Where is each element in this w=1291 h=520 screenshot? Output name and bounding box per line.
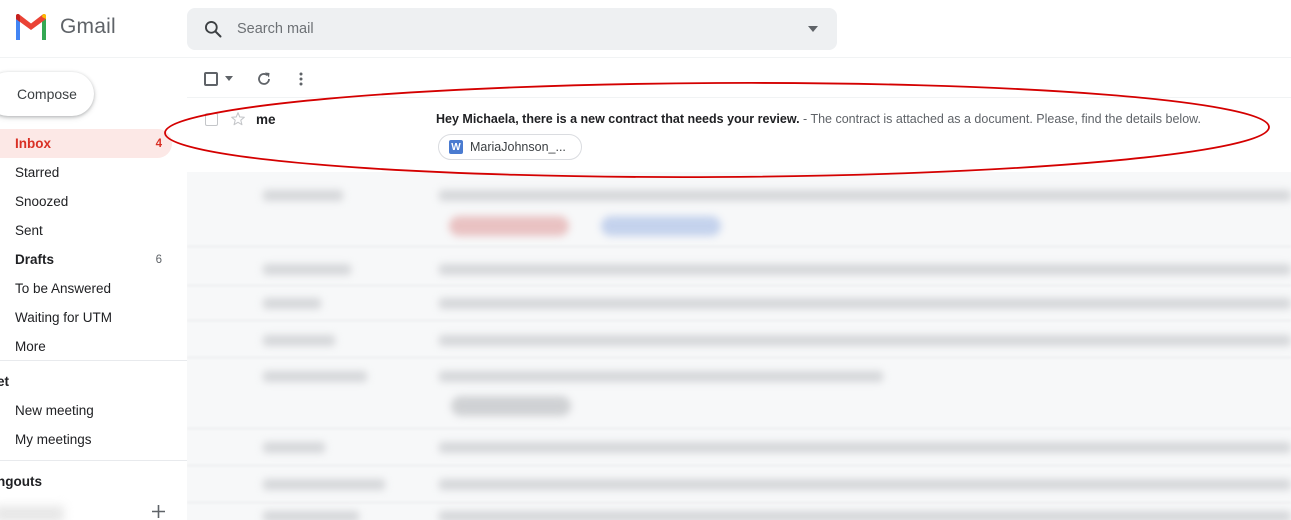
select-all-checkbox[interactable] xyxy=(204,72,218,86)
top-bar: Gmail xyxy=(0,0,1291,58)
email-sender: me xyxy=(256,112,276,127)
divider xyxy=(187,465,1291,466)
blurred-sender xyxy=(263,479,385,490)
meet-section-title: et xyxy=(0,374,10,389)
email-row[interactable]: me Hey Michaela, there is a new contract… xyxy=(187,101,1291,172)
sidebar-item-sent[interactable]: Sent xyxy=(0,216,172,245)
search-input[interactable] xyxy=(237,8,797,50)
word-doc-icon: W xyxy=(449,140,463,154)
blurred-sender xyxy=(263,298,321,309)
divider xyxy=(187,320,1291,321)
sidebar-item-starred[interactable]: Starred xyxy=(0,158,172,187)
app-name: Gmail xyxy=(60,15,116,38)
search-bar[interactable] xyxy=(187,8,837,50)
divider xyxy=(0,460,187,461)
blurred-subject xyxy=(439,511,1291,520)
select-dropdown-icon[interactable] xyxy=(225,76,233,81)
blurred-sender xyxy=(263,335,335,346)
nav-list: Inbox 4 Starred Snoozed Sent Drafts 6 To… xyxy=(0,129,172,361)
divider xyxy=(187,357,1291,358)
blurred-subject xyxy=(439,190,1291,201)
compose-button[interactable]: Compose xyxy=(0,72,94,116)
attachment-name: MariaJohnson_... xyxy=(470,140,566,154)
blurred-attachment xyxy=(601,216,721,236)
sidebar-item-drafts[interactable]: Drafts 6 xyxy=(0,245,172,274)
unread-count: 4 xyxy=(155,137,162,150)
divider xyxy=(187,285,1291,286)
email-snippet: - The contract is attached as a document… xyxy=(799,112,1201,126)
divider xyxy=(187,428,1291,429)
blurred-subject xyxy=(439,298,1291,309)
divider xyxy=(0,360,187,361)
new-meeting-link[interactable]: New meeting xyxy=(15,403,94,418)
dropdown-icon[interactable] xyxy=(807,24,819,34)
sidebar-item-label: Snoozed xyxy=(15,194,69,209)
drafts-count: 6 xyxy=(155,253,162,266)
sidebar-item-waiting-for-utm[interactable]: Waiting for UTM xyxy=(0,303,172,332)
sidebar-item-label: Starred xyxy=(15,165,60,180)
sidebar-item-label: To be Answered xyxy=(15,281,112,296)
sidebar-item-label: Sent xyxy=(15,223,43,238)
blurred-subject xyxy=(439,335,1291,346)
sidebar-item-snoozed[interactable]: Snoozed xyxy=(0,187,172,216)
sidebar-item-inbox[interactable]: Inbox 4 xyxy=(0,129,172,158)
sidebar-item-label: More xyxy=(15,339,46,354)
refresh-icon[interactable] xyxy=(256,71,272,87)
blurred-attachment xyxy=(451,396,571,416)
sidebar-item-label: Inbox xyxy=(15,136,51,151)
blurred-sender xyxy=(263,371,367,382)
blurred-email-list xyxy=(187,172,1291,520)
blurred-sender xyxy=(263,442,325,453)
blurred-attachment xyxy=(449,216,569,236)
gmail-logo[interactable]: Gmail xyxy=(14,14,116,40)
email-subject: Hey Michaela, there is a new contract th… xyxy=(436,112,800,126)
blurred-sender xyxy=(263,511,359,520)
blurred-contact xyxy=(0,506,64,520)
star-icon[interactable] xyxy=(230,111,246,127)
row-checkbox[interactable] xyxy=(205,113,218,126)
divider xyxy=(187,502,1291,503)
blurred-sender xyxy=(263,190,343,201)
plus-icon[interactable] xyxy=(152,505,165,518)
attachment-chip[interactable]: W MariaJohnson_... xyxy=(438,134,582,160)
email-subject-line: Hey Michaela, there is a new contract th… xyxy=(436,112,1201,126)
my-meetings-link[interactable]: My meetings xyxy=(15,432,92,447)
hangouts-section-title: ngouts xyxy=(0,474,42,489)
blurred-subject xyxy=(439,371,883,382)
search-icon[interactable] xyxy=(203,19,223,39)
sidebar-item-label: Waiting for UTM xyxy=(15,310,113,325)
list-toolbar xyxy=(187,62,1291,98)
divider xyxy=(187,246,1291,247)
sidebar: Compose Inbox 4 Starred Snoozed Sent Dra… xyxy=(0,58,187,520)
more-vert-icon[interactable] xyxy=(295,71,307,87)
blurred-subject xyxy=(439,442,1291,453)
blurred-subject xyxy=(439,264,1291,275)
sidebar-item-more[interactable]: More xyxy=(0,332,172,361)
gmail-m-icon xyxy=(16,14,46,40)
blurred-subject xyxy=(439,479,1291,490)
compose-label: Compose xyxy=(17,86,77,102)
blurred-sender xyxy=(263,264,351,275)
sidebar-item-label: Drafts xyxy=(15,252,55,267)
sidebar-item-to-be-answered[interactable]: To be Answered xyxy=(0,274,172,303)
